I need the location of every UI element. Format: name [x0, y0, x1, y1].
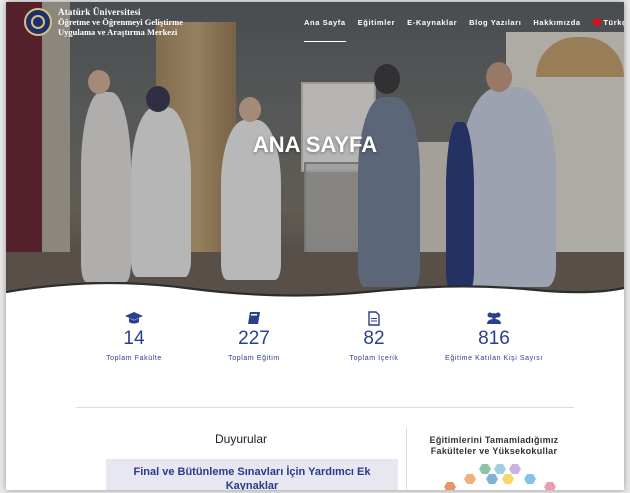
hero-wave-divider	[6, 281, 624, 314]
language-label: Türkçe	[603, 18, 624, 27]
nav-e-kaynaklar[interactable]: E-Kaynaklar	[401, 18, 463, 27]
page: Atatürk Üniversitesi Öğretme ve Öğrenmey…	[6, 2, 624, 490]
stat-trainings-value: 227	[238, 328, 270, 349]
stat-trainings: 227 Toplam Eğitim	[194, 310, 314, 364]
stat-trainings-label: Toplam Eğitim	[228, 355, 280, 362]
stat-content-value: 82	[363, 328, 385, 349]
stat-content: 82 Toplam İçerik	[314, 310, 434, 364]
announcement-card[interactable]: Final ve Bütünleme Sınavları İçin Yardım…	[106, 459, 398, 490]
brand-line-3: Uygulama ve Araştırma Merkezi	[58, 27, 178, 37]
stat-participants-value: 816	[478, 328, 510, 349]
users-icon	[434, 310, 554, 326]
graduation-cap-icon	[74, 310, 194, 326]
stats-row: 14 Toplam Fakülte 227 Toplam Eğitim 82 T…	[74, 310, 554, 364]
faculty-logos-graphic	[424, 462, 574, 490]
hero-title: ANA SAYFA	[252, 132, 378, 157]
stat-content-label: Toplam İçerik	[349, 355, 399, 362]
nav-hakkimizda[interactable]: Hakkımızda	[527, 18, 586, 27]
turkey-flag-icon	[592, 19, 601, 25]
stat-faculty: 14 Toplam Fakülte	[74, 310, 194, 364]
book-icon	[194, 310, 314, 326]
document-icon	[314, 310, 434, 326]
hero-banner: Atatürk Üniversitesi Öğretme ve Öğrenmey…	[6, 2, 624, 300]
brand-title[interactable]: Atatürk Üniversitesi Öğretme ve Öğrenmey…	[58, 7, 183, 37]
section-divider	[76, 407, 574, 408]
language-selector[interactable]: Türkçe	[587, 18, 624, 27]
stat-faculty-label: Toplam Fakülte	[106, 355, 162, 362]
nav-ana-sayfa[interactable]: Ana Sayfa	[298, 18, 352, 42]
university-seal-icon[interactable]	[24, 8, 52, 36]
announcements-title: Duyurular	[214, 432, 268, 446]
nav-egitimler[interactable]: Eğitimler	[352, 18, 402, 27]
nav-blog-yazilari[interactable]: Blog Yazıları	[463, 18, 527, 27]
brand-line-2: Öğretme ve Öğrenmeyi Geliştirme	[58, 17, 184, 27]
main-nav: Ana Sayfa Eğitimler E-Kaynaklar Blog Yaz…	[298, 18, 624, 42]
faculties-title: Eğitimlerini Tamamladığımız Fakülteler v…	[429, 435, 559, 456]
brand-line-1: Atatürk Üniversitesi	[58, 7, 141, 17]
column-divider	[406, 428, 407, 490]
stat-participants: 816 Eğitime Katılan Kişi Sayısı	[434, 310, 554, 364]
stat-faculty-value: 14	[123, 328, 145, 349]
stat-participants-label: Eğitime Katılan Kişi Sayısı	[445, 355, 543, 362]
